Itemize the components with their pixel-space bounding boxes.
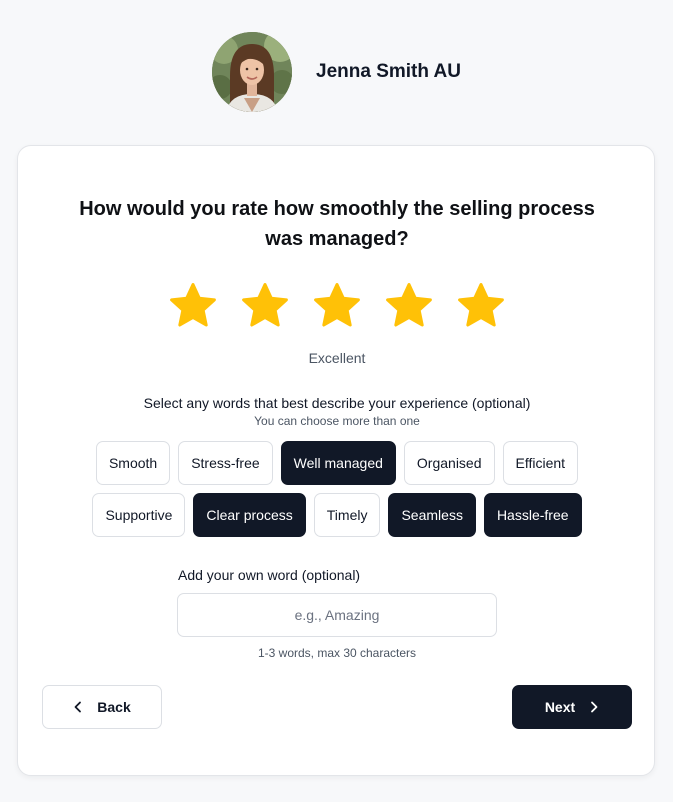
word-chip-seamless[interactable]: Seamless [388, 493, 476, 537]
star-icon-3[interactable] [312, 281, 362, 331]
chevron-right-icon [591, 701, 598, 713]
own-word-input[interactable] [177, 593, 497, 637]
next-button[interactable]: Next [512, 685, 632, 729]
survey-card: How would you rate how smoothly the sell… [17, 145, 655, 776]
star-icon-1[interactable] [168, 281, 218, 331]
star-icon-4[interactable] [384, 281, 434, 331]
back-button[interactable]: Back [42, 685, 162, 729]
question-title: How would you rate how smoothly the sell… [79, 198, 595, 250]
word-chip-smooth[interactable]: Smooth [95, 441, 171, 485]
star-icon-5[interactable] [456, 281, 506, 331]
word-chip-row-1: Smooth Stress-free Well managed Organise… [18, 441, 656, 485]
word-chip-efficient[interactable]: Efficient [502, 441, 579, 485]
word-chip-well-managed[interactable]: Well managed [280, 441, 396, 485]
agent-name: Jenna Smith AU [316, 61, 461, 82]
word-chip-row-2: Supportive Clear process Timely Seamless… [18, 493, 656, 537]
own-word-hint: 1-3 words, max 30 characters [257, 646, 417, 660]
own-word-label: Add your own word (optional) [178, 567, 361, 583]
star-rating [168, 281, 506, 331]
star-icon-2[interactable] [240, 281, 290, 331]
word-chip-stress-free[interactable]: Stress-free [178, 441, 273, 485]
chevron-left-icon [74, 701, 82, 713]
agent-avatar [212, 32, 292, 112]
word-chip-supportive[interactable]: Supportive [92, 493, 186, 537]
word-chip-clear-process[interactable]: Clear process [193, 493, 306, 537]
header: Jenna Smith AU [0, 0, 673, 140]
words-hint: You can choose more than one [254, 414, 420, 428]
word-chip-organised[interactable]: Organised [403, 441, 495, 485]
word-chip-hassle-free[interactable]: Hassle-free [483, 493, 582, 537]
back-button-label: Back [97, 699, 131, 715]
agent-photo [212, 32, 292, 112]
next-button-label: Next [544, 699, 576, 715]
words-title: Select any words that best describe your… [143, 395, 531, 411]
word-chip-timely[interactable]: Timely [313, 493, 381, 537]
rating-label: Excellent [308, 350, 366, 366]
